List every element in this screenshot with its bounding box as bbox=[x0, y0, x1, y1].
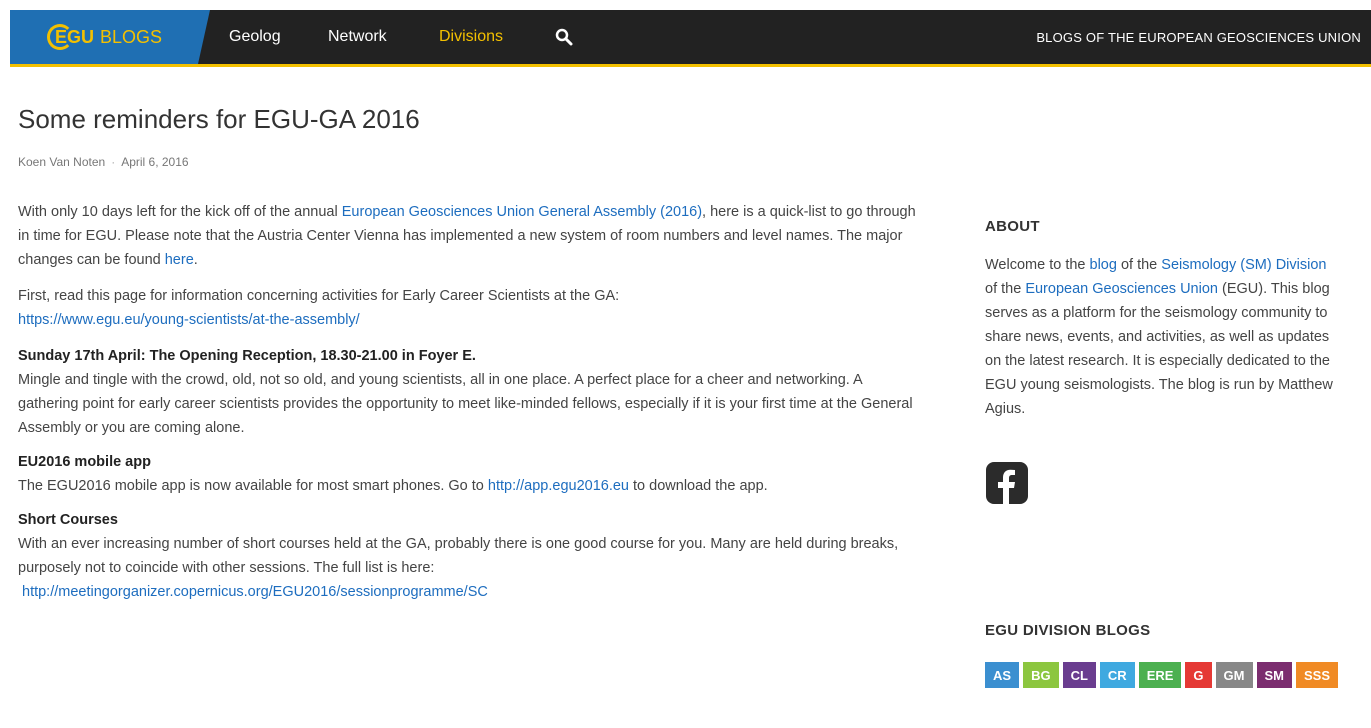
section-heading: EU2016 mobile app bbox=[18, 454, 151, 470]
post-content: With only 10 days left for the kick off … bbox=[18, 200, 918, 614]
first-paragraph: First, read this page for information co… bbox=[18, 284, 918, 332]
intro-paragraph: With only 10 days left for the kick off … bbox=[18, 200, 918, 272]
top-strip bbox=[0, 0, 1371, 10]
egu-ga-link[interactable]: European Geosciences Union General Assem… bbox=[342, 204, 702, 220]
section-text: With an ever increasing number of short … bbox=[18, 536, 899, 576]
about-text: Welcome to the blog of the Seismology (S… bbox=[985, 253, 1340, 421]
section-short-courses: Short Courses With an ever increasing nu… bbox=[18, 508, 918, 604]
division-blogs-heading: EGU DIVISION BLOGS bbox=[985, 622, 1151, 639]
app-link[interactable]: http://app.egu2016.eu bbox=[488, 478, 629, 494]
division-badge-cl[interactable]: CL bbox=[1062, 662, 1096, 688]
division-badge-bg[interactable]: BG bbox=[1023, 662, 1059, 688]
first-text: First, read this page for information co… bbox=[18, 288, 620, 304]
logo-blogs-text: BLOGS bbox=[100, 26, 163, 47]
division-badge-as[interactable]: AS bbox=[985, 662, 1020, 688]
section-opening-reception: Sunday 17th April: The Opening Reception… bbox=[18, 344, 918, 440]
young-scientists-link[interactable]: https://www.egu.eu/young-scientists/at-t… bbox=[18, 312, 360, 328]
meta-separator: · bbox=[111, 155, 116, 169]
blog-link[interactable]: blog bbox=[1090, 257, 1117, 273]
division-badges: AS BG CL CR ERE G GM SM SSS bbox=[985, 662, 1339, 688]
nav-item-geolog[interactable]: Geolog bbox=[229, 28, 281, 46]
egu-blogs-logo[interactable]: EGU BLOGS bbox=[47, 22, 162, 52]
intro-text-3: . bbox=[193, 252, 198, 268]
division-badge-sm[interactable]: SM bbox=[1256, 662, 1292, 688]
post-date: April 6, 2016 bbox=[121, 155, 189, 169]
division-badge-ere[interactable]: ERE bbox=[1138, 662, 1182, 688]
about-text-1: Welcome to the bbox=[985, 257, 1090, 273]
section-heading: Short Courses bbox=[18, 512, 118, 528]
section-text: Mingle and tingle with the crowd, old, n… bbox=[18, 372, 913, 436]
nav-item-network[interactable]: Network bbox=[328, 28, 387, 46]
about-text-3: of the bbox=[985, 281, 1026, 297]
facebook-icon[interactable] bbox=[985, 461, 1029, 505]
brand-logo-area[interactable]: EGU BLOGS bbox=[10, 10, 210, 64]
section-mobile-app: EU2016 mobile app The EGU2016 mobile app… bbox=[18, 450, 918, 498]
nav-item-divisions[interactable]: Divisions bbox=[439, 28, 503, 46]
short-courses-link[interactable]: http://meetingorganizer.copernicus.org/E… bbox=[22, 584, 488, 600]
network-tagline: BLOGS OF THE EUROPEAN GEOSCIENCES UNION bbox=[1036, 30, 1361, 45]
division-badge-g[interactable]: G bbox=[1185, 662, 1212, 688]
post-author[interactable]: Koen Van Noten bbox=[18, 155, 105, 169]
division-badge-gm[interactable]: GM bbox=[1215, 662, 1253, 688]
search-icon[interactable] bbox=[555, 28, 573, 46]
app-text-2: to download the app. bbox=[629, 478, 768, 494]
top-navbar: EGU BLOGS Geolog Network Divisions BLOGS… bbox=[10, 10, 1371, 67]
about-heading: ABOUT bbox=[985, 218, 1040, 235]
seismology-division-link[interactable]: Seismology (SM) Division bbox=[1161, 257, 1326, 273]
egu-logo-icon bbox=[47, 24, 73, 50]
about-text-4: (EGU). This blog serves as a platform fo… bbox=[985, 281, 1333, 417]
section-text: The EGU2016 mobile app is now available … bbox=[18, 474, 918, 498]
sidebar: ABOUT Welcome to the blog of the Seismol… bbox=[985, 218, 1355, 510]
app-text-1: The EGU2016 mobile app is now available … bbox=[18, 478, 488, 494]
division-badge-cr[interactable]: CR bbox=[1099, 662, 1135, 688]
egu-link[interactable]: European Geosciences Union bbox=[1025, 281, 1218, 297]
about-text-2: of the bbox=[1116, 257, 1162, 273]
post-meta: Koen Van Noten · April 6, 2016 bbox=[18, 155, 189, 169]
section-heading: Sunday 17th April: The Opening Reception… bbox=[18, 348, 476, 364]
changes-here-link[interactable]: here bbox=[165, 252, 194, 268]
post-title: Some reminders for EGU-GA 2016 bbox=[18, 104, 420, 134]
division-badge-sss[interactable]: SSS bbox=[1296, 662, 1339, 688]
intro-text-1: With only 10 days left for the kick off … bbox=[18, 204, 342, 220]
